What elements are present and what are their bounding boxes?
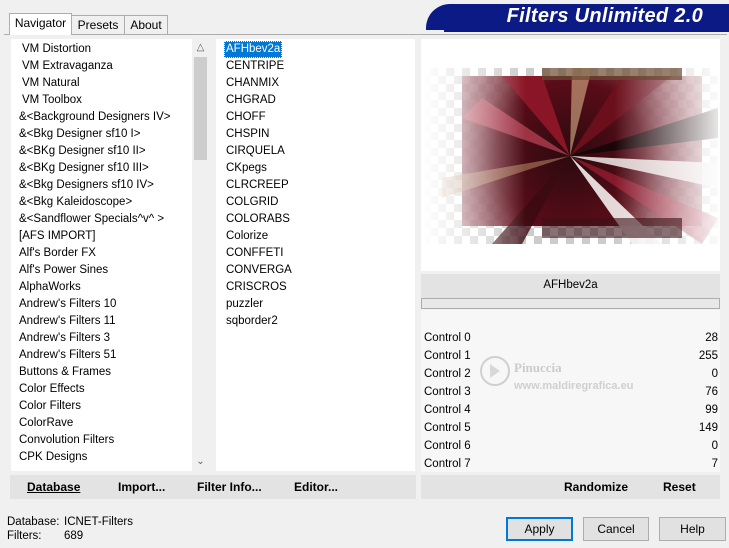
- filter-item[interactable]: AFHbev2a: [224, 41, 283, 58]
- status-filters-value: 689: [64, 530, 84, 542]
- filter-item[interactable]: CONFFETI: [226, 245, 284, 262]
- filter-item[interactable]: CENTRIPE: [226, 58, 284, 75]
- import-button[interactable]: Import...: [118, 480, 165, 494]
- reset-button[interactable]: Reset: [663, 480, 696, 494]
- control-label: Control 2: [424, 368, 471, 380]
- editor-button[interactable]: Editor...: [294, 480, 338, 494]
- category-scrollbar[interactable]: △ ⌄: [192, 39, 209, 471]
- category-item[interactable]: &<Sandflower Specials^v^ >: [19, 211, 164, 228]
- tab-divider: [4, 34, 727, 35]
- filter-list[interactable]: AFHbev2a CENTRIPE CHANMIX CHGRAD CHOFF CHSPIN…: [216, 39, 415, 471]
- category-item[interactable]: Convolution Filters: [19, 432, 114, 449]
- category-item[interactable]: VM Natural: [22, 75, 80, 92]
- database-button[interactable]: Database: [27, 480, 80, 494]
- help-button[interactable]: Help: [659, 517, 726, 541]
- scrollbar-thumb[interactable]: [194, 57, 207, 160]
- watermark-line2: www.maldiregrafica.eu: [514, 380, 634, 392]
- control-label: Control 0: [424, 332, 471, 344]
- filter-item[interactable]: CHANMIX: [226, 75, 279, 92]
- control-row[interactable]: Control 7 7: [421, 455, 720, 473]
- filter-item[interactable]: puzzler: [226, 296, 263, 313]
- watermark-logo-icon: [480, 356, 510, 386]
- filter-info-button[interactable]: Filter Info...: [197, 480, 262, 494]
- category-item[interactable]: [AFS IMPORT]: [19, 228, 95, 245]
- category-item[interactable]: Andrew's Filters 51: [19, 347, 116, 364]
- category-item[interactable]: Andrew's Filters 3: [19, 330, 110, 347]
- control-value: 76: [705, 386, 718, 398]
- control-label: Control 4: [424, 404, 471, 416]
- category-item[interactable]: VM Extravaganza: [22, 58, 113, 75]
- status-database-label: Database:: [7, 516, 60, 528]
- filter-item[interactable]: Colorize: [226, 228, 268, 245]
- category-item[interactable]: &<Bkg Designers sf10 IV>: [19, 177, 154, 194]
- watermark-line1: Pinuccia: [514, 360, 562, 375]
- filter-item[interactable]: COLORABS: [226, 211, 290, 228]
- category-item[interactable]: Alf's Power Sines: [19, 262, 108, 279]
- watermark: Pinuccia www.maldiregrafica.eu: [478, 350, 678, 410]
- control-row[interactable]: Control 5 149: [421, 419, 720, 437]
- category-list[interactable]: VM Distortion VM Extravaganza VM Natural VM…: [11, 39, 209, 471]
- category-item[interactable]: ColorRave: [19, 415, 73, 432]
- category-item[interactable]: Alf's Border FX: [19, 245, 96, 262]
- filter-name-panel: AFHbev2a: [421, 274, 720, 298]
- category-item[interactable]: &<BKg Designer sf10 III>: [19, 160, 149, 177]
- filter-item[interactable]: CHSPIN: [226, 126, 269, 143]
- filter-item[interactable]: CONVERGA: [226, 262, 292, 279]
- control-value: 28: [705, 332, 718, 344]
- filter-item[interactable]: CKpegs: [226, 160, 267, 177]
- control-value: 0: [711, 440, 718, 452]
- category-item[interactable]: &<Bkg Kaleidoscope>: [19, 194, 132, 211]
- category-item[interactable]: &<Background Designers IV>: [19, 109, 171, 126]
- apply-button[interactable]: Apply: [506, 517, 573, 541]
- control-value: 99: [705, 404, 718, 416]
- banner-underline: [444, 30, 729, 32]
- preview-image: [422, 68, 718, 244]
- control-label: Control 5: [424, 422, 471, 434]
- control-label: Control 7: [424, 458, 471, 470]
- category-item[interactable]: &<Bkg Designer sf10 I>: [19, 126, 140, 143]
- status-database-value: ICNET-Filters: [64, 516, 133, 528]
- category-item[interactable]: CPK Designs: [19, 449, 87, 466]
- category-item[interactable]: VM Distortion: [22, 41, 91, 58]
- tab-about[interactable]: About: [124, 15, 168, 34]
- category-item[interactable]: Color Filters: [19, 398, 81, 415]
- tab-navigator[interactable]: Navigator: [9, 13, 72, 35]
- list-toolbar: Database Import... Filter Info... Editor…: [10, 475, 416, 499]
- chevron-up-icon[interactable]: △: [192, 39, 209, 56]
- control-value: 7: [711, 458, 718, 470]
- filter-item[interactable]: CIRQUELA: [226, 143, 285, 160]
- status-filters-label: Filters:: [7, 530, 42, 542]
- category-item[interactable]: Andrew's Filters 11: [19, 313, 116, 330]
- filter-item[interactable]: CLRCREEP: [226, 177, 289, 194]
- control-row[interactable]: Control 0 28: [421, 329, 720, 347]
- app-title: Filters Unlimited 2.0: [506, 5, 703, 27]
- control-value: 255: [698, 350, 718, 362]
- filter-item[interactable]: CHOFF: [226, 109, 266, 126]
- control-value: 0: [711, 368, 718, 380]
- category-item[interactable]: Color Effects: [19, 381, 85, 398]
- filter-item[interactable]: COLGRID: [226, 194, 278, 211]
- category-item[interactable]: Andrew's Filters 10: [19, 296, 116, 313]
- category-item[interactable]: AlphaWorks: [19, 279, 81, 296]
- control-label: Control 6: [424, 440, 471, 452]
- control-value: 149: [698, 422, 718, 434]
- chevron-down-icon[interactable]: ⌄: [192, 453, 209, 470]
- title-banner: Filters Unlimited 2.0: [426, 4, 729, 30]
- burst-graphic: [422, 68, 718, 244]
- tab-presets[interactable]: Presets: [71, 15, 125, 34]
- controls-toolbar: Randomize Reset: [421, 475, 720, 499]
- control-row[interactable]: Control 6 0: [421, 437, 720, 455]
- category-item[interactable]: &<BKg Designer sf10 II>: [19, 143, 146, 160]
- filter-item[interactable]: sqborder2: [226, 313, 278, 330]
- control-label: Control 1: [424, 350, 471, 362]
- filter-name-label: AFHbev2a: [543, 279, 598, 291]
- control-label: Control 3: [424, 386, 471, 398]
- filter-item[interactable]: CHGRAD: [226, 92, 276, 109]
- randomize-button[interactable]: Randomize: [564, 480, 628, 494]
- category-item[interactable]: Buttons & Frames: [19, 364, 111, 381]
- progress-bar: [421, 298, 720, 309]
- category-item[interactable]: VM Toolbox: [22, 92, 82, 109]
- cancel-button[interactable]: Cancel: [583, 517, 649, 541]
- filter-item[interactable]: CRISCROS: [226, 279, 287, 296]
